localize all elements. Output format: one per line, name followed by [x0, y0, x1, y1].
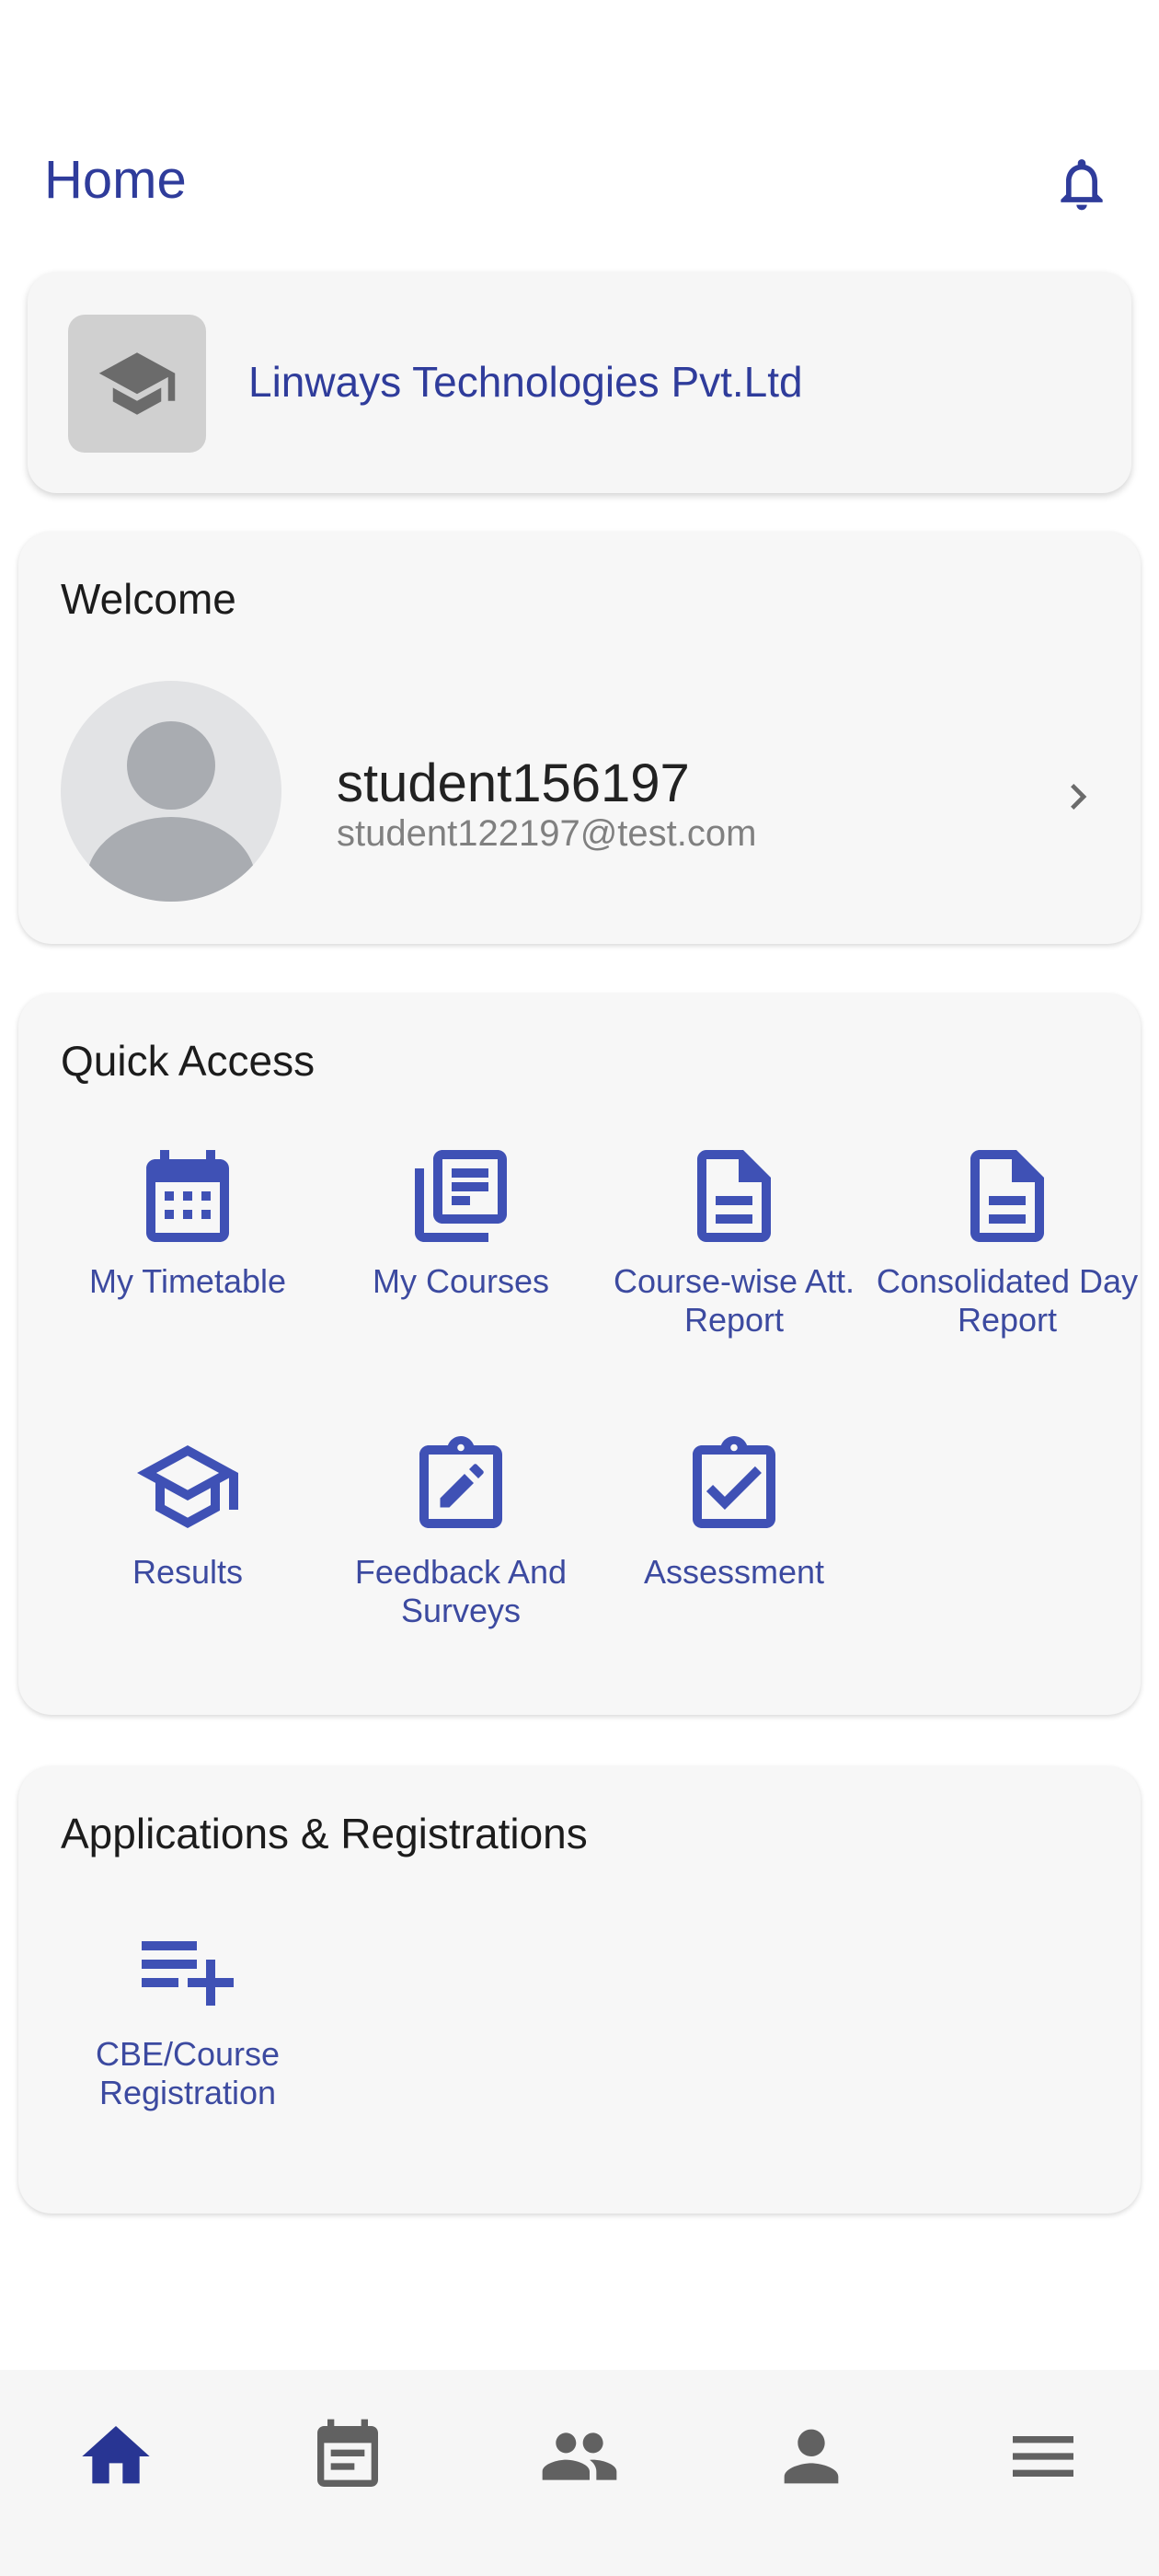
- quick-item-course-wise-att-report[interactable]: Course-wise Att. Report: [596, 1141, 872, 1340]
- document-icon: [970, 1150, 1044, 1242]
- quick-item-label: Results: [132, 1553, 244, 1591]
- welcome-card[interactable]: Welcome student156197 student122197@test…: [18, 532, 1141, 944]
- people-icon[interactable]: [539, 2416, 620, 2497]
- quick-access-title: Quick Access: [61, 1037, 316, 1085]
- quick-item-consolidated-day-report[interactable]: Consolidated Day Report: [869, 1141, 1145, 1340]
- clipboard-check-icon: [693, 1436, 775, 1528]
- bell-icon[interactable]: [1050, 153, 1113, 215]
- bottom-navigation: [0, 2370, 1159, 2576]
- quick-item-label: Course-wise Att. Report: [613, 1262, 855, 1339]
- quick-item-assessment[interactable]: Assessment: [596, 1432, 872, 1592]
- quick-item-label: My Timetable: [88, 1262, 287, 1300]
- event-note-icon[interactable]: [307, 2416, 388, 2497]
- quick-access-card: Quick Access My Timetable My Courses Cou…: [18, 994, 1141, 1715]
- home-icon[interactable]: [75, 2416, 156, 2497]
- avatar: [61, 681, 281, 902]
- calendar-icon: [146, 1150, 229, 1242]
- welcome-title: Welcome: [61, 575, 236, 623]
- quick-item-feedback-and-surveys[interactable]: Feedback And Surveys: [323, 1432, 599, 1630]
- quick-item-label: My Courses: [372, 1262, 550, 1300]
- institution-card[interactable]: Linways Technologies Pvt.Ltd: [28, 272, 1131, 493]
- quick-item-my-courses[interactable]: My Courses: [323, 1141, 599, 1301]
- clipboard-edit-icon: [419, 1436, 502, 1528]
- menu-icon[interactable]: [1003, 2416, 1084, 2497]
- chevron-right-icon[interactable]: [1052, 771, 1104, 822]
- quick-item-my-timetable[interactable]: My Timetable: [50, 1141, 326, 1301]
- page-title: Home: [44, 150, 187, 210]
- quick-item-label: Consolidated Day Report: [876, 1262, 1139, 1339]
- person-avatar-icon: [86, 721, 256, 902]
- applications-title: Applications & Registrations: [61, 1810, 588, 1857]
- user-email: student122197@test.com: [337, 813, 757, 854]
- quick-item-label: Feedback And Surveys: [354, 1553, 568, 1629]
- school-icon: [137, 1445, 238, 1528]
- quick-item-label: Assessment: [643, 1553, 825, 1591]
- app-header: Home: [0, 138, 1159, 230]
- library-books-icon: [415, 1150, 507, 1242]
- document-icon: [697, 1150, 771, 1242]
- playlist-add-icon: [142, 1941, 234, 2006]
- username: student156197: [337, 753, 690, 813]
- graduation-cap-icon: [98, 352, 176, 415]
- apps-item-cbe-course-registration[interactable]: CBE/Course Registration: [50, 1914, 326, 2112]
- institution-logo: [68, 315, 206, 453]
- applications-card: Applications & Registrations CBE/Course …: [18, 1766, 1141, 2214]
- person-icon[interactable]: [771, 2416, 852, 2497]
- institution-name: Linways Technologies Pvt.Ltd: [248, 358, 803, 406]
- apps-item-label: CBE/Course Registration: [95, 2035, 281, 2111]
- quick-item-results[interactable]: Results: [50, 1432, 326, 1592]
